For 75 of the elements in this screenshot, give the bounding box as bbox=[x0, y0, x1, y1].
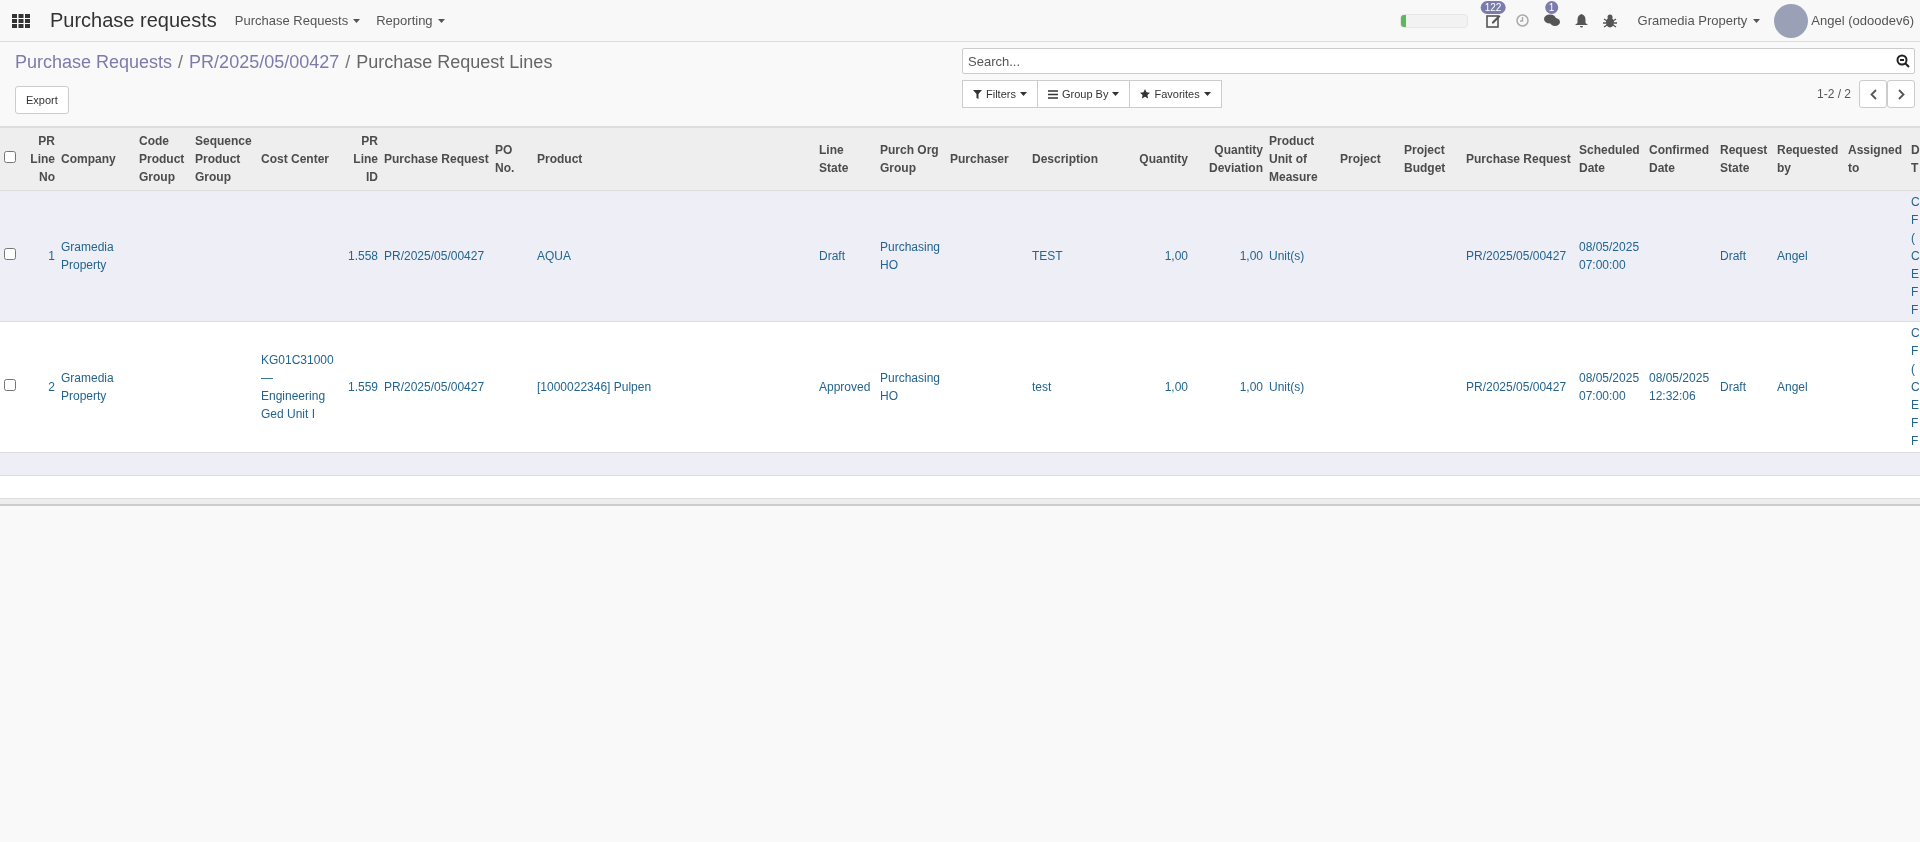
chat-icon[interactable] bbox=[1543, 14, 1560, 27]
table-cell-text: Approved bbox=[819, 379, 872, 396]
select-all-checkbox[interactable] bbox=[4, 151, 16, 163]
star-icon bbox=[1140, 89, 1151, 99]
table-cell-text: 08/05/2025 07:00:00 bbox=[1579, 239, 1641, 274]
breadcrumb-link[interactable]: Purchase Requests bbox=[15, 51, 173, 73]
apps-grid-icon[interactable] bbox=[12, 13, 30, 28]
table-cell-text: test bbox=[1032, 379, 1053, 396]
caret-icon bbox=[353, 18, 361, 23]
breadcrumb-link[interactable]: PR/2025/05/00427 bbox=[189, 51, 340, 73]
table-cell-text: [1000022346] Pulpen bbox=[537, 379, 653, 396]
filters-button[interactable]: Filters bbox=[962, 80, 1038, 108]
breadcrumb-separator: / bbox=[345, 51, 351, 73]
table-cell-text: AQUA bbox=[537, 248, 572, 265]
filter-icon bbox=[973, 89, 982, 99]
caret-icon bbox=[437, 18, 445, 23]
edit-icon[interactable] bbox=[1485, 13, 1501, 28]
table-cell-text: Angel bbox=[1777, 379, 1809, 396]
bug-icon[interactable] bbox=[1602, 13, 1617, 28]
search-field[interactable]: Search... bbox=[962, 48, 1915, 74]
table-cell-text: Purchasing HO bbox=[880, 239, 942, 274]
table-cell-text: Unit(s) bbox=[1269, 379, 1306, 396]
table-cell-text: PR/2025/05/00427 bbox=[1466, 379, 1568, 396]
company-switcher[interactable]: Gramedia Property bbox=[1637, 13, 1761, 28]
table-cell-text: 1.558 bbox=[346, 248, 378, 265]
chevron-right-icon bbox=[1897, 88, 1905, 100]
menu-item[interactable]: Purchase Requests bbox=[234, 13, 361, 28]
table-cell-text: PR/2025/05/00427 bbox=[384, 248, 486, 265]
table-cell-text: Purchasing HO bbox=[880, 370, 942, 405]
count-badge: 1 bbox=[1544, 1, 1559, 14]
user-menu[interactable]: Angel (odoodev6) bbox=[1811, 13, 1914, 28]
bell-icon[interactable] bbox=[1574, 13, 1588, 28]
table-cell-text: 2 bbox=[47, 379, 55, 396]
table-cell-text: Gramedia Property bbox=[61, 370, 115, 405]
row-checkbox[interactable] bbox=[4, 379, 16, 391]
pager-value: 1-2 / 2 bbox=[1816, 87, 1851, 101]
table-cell-text: 1,00 bbox=[1163, 248, 1188, 265]
table-cell-text: 1,00 bbox=[1238, 248, 1263, 265]
breadcrumb-current: Purchase Request Lines bbox=[356, 51, 553, 73]
caret-icon bbox=[1112, 92, 1120, 96]
row-checkbox[interactable] bbox=[4, 248, 16, 260]
table-cell-text: PR/2025/05/00427 bbox=[1466, 248, 1568, 265]
table-cell-text: 1.559 bbox=[346, 379, 378, 396]
table-cell-text: Draft bbox=[1720, 379, 1747, 396]
table-cell-text: Gramedia Property bbox=[61, 239, 115, 274]
chevron-left-icon bbox=[1869, 88, 1877, 100]
table-cell-text: 08/05/2025 07:00:00 bbox=[1579, 370, 1641, 405]
table-cell-text: Draft bbox=[819, 248, 846, 265]
table-cell-text: 1,00 bbox=[1238, 379, 1263, 396]
table-cell-text: TEST bbox=[1032, 248, 1064, 265]
table-cell-text: 08/05/2025 12:32:06 bbox=[1649, 370, 1711, 405]
caret-icon bbox=[1019, 92, 1027, 96]
table-cell-text: KG01C31000 — Engineering Ged Unit I bbox=[261, 352, 335, 423]
caret-icon bbox=[1753, 18, 1761, 23]
group-by-button[interactable]: Group By bbox=[1036, 80, 1131, 108]
bars-icon bbox=[1047, 89, 1058, 99]
table-cell-text: 1,00 bbox=[1163, 379, 1188, 396]
table-cell-text: C F ( C E F F bbox=[1911, 325, 1920, 450]
table-cell-text: C F ( C E F F bbox=[1911, 194, 1920, 319]
count-badge: 122 bbox=[1480, 0, 1506, 14]
app-title: Purchase requests bbox=[50, 9, 217, 32]
previous-page-button[interactable] bbox=[1859, 80, 1887, 108]
avatar[interactable] bbox=[1774, 3, 1809, 38]
next-page-button[interactable] bbox=[1887, 80, 1915, 108]
table-cell-text: PR/2025/05/00427 bbox=[384, 379, 486, 396]
menu-item[interactable]: Reporting bbox=[376, 13, 445, 28]
table-cell-text: 1 bbox=[47, 248, 55, 265]
export-button[interactable]: Export bbox=[15, 86, 69, 114]
table-cell-text: Draft bbox=[1720, 248, 1747, 265]
breadcrumb-separator: / bbox=[178, 51, 184, 73]
caret-icon bbox=[1203, 92, 1211, 96]
favorites-button[interactable]: Favorites bbox=[1129, 80, 1222, 108]
search-icon[interactable] bbox=[1896, 54, 1910, 68]
table-cell-text: Angel bbox=[1777, 248, 1809, 265]
table-cell-text: Unit(s) bbox=[1269, 248, 1306, 265]
